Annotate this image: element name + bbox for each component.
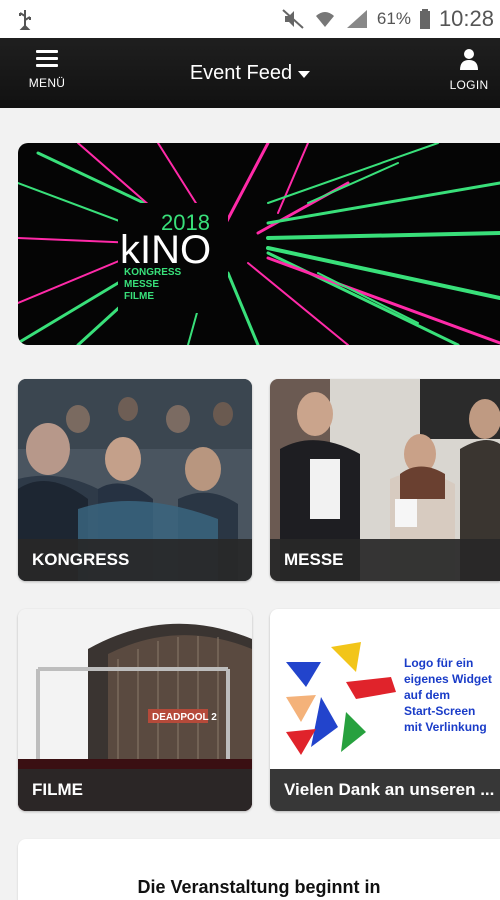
logo-placeholder-text: Logo für ein eigenes Widget auf dem Star…	[404, 656, 492, 734]
signal-icon	[346, 10, 367, 28]
tile-label: KONGRESS	[18, 539, 252, 581]
tile-sponsor[interactable]: Logo für ein eigenes Widget auf dem Star…	[270, 609, 500, 811]
battery-icon	[419, 9, 430, 29]
usb-icon	[19, 10, 31, 30]
countdown-card: Die Veranstaltung beginnt in	[18, 839, 500, 900]
battery-percent: 61%	[376, 9, 411, 28]
clock: 10:28	[438, 6, 494, 31]
login-button[interactable]: LOGIN	[444, 48, 494, 98]
caret-down-icon	[298, 70, 311, 78]
banner-tagline-1: KONGRESS	[124, 267, 182, 278]
countdown-title: Die Veranstaltung beginnt in	[137, 877, 381, 897]
banner-tagline-3: FILME	[124, 291, 154, 302]
login-label: LOGIN	[449, 78, 489, 92]
tile-kongress[interactable]: KONGRESS	[18, 379, 252, 581]
app-bar: MENÜ Event Feed LOGIN	[0, 38, 500, 108]
tile-messe[interactable]: MESSE	[270, 379, 500, 581]
wifi-icon	[315, 12, 334, 27]
mute-icon	[282, 9, 304, 29]
event-feed-dropdown[interactable]: Event Feed	[0, 38, 500, 108]
banner-brand: kINO	[120, 228, 211, 272]
tile-label: MESSE	[270, 539, 500, 581]
event-banner[interactable]: 2018 kINO KONGRESS MESSE FILME	[18, 143, 500, 345]
status-bar: 61% 10:28	[0, 0, 500, 38]
tangram-logo-icon	[286, 642, 396, 755]
banner-tagline-2: MESSE	[124, 279, 159, 290]
tile-label: Vielen Dank an unseren ...	[270, 769, 500, 811]
page-title: Event Feed	[189, 61, 293, 84]
tile-label: FILME	[18, 769, 252, 811]
user-icon	[460, 49, 478, 70]
tile-filme[interactable]: DEADPOOL 2 FILME	[18, 609, 252, 811]
starburst-graphic: 2018 kINO KONGRESS MESSE FILME	[18, 143, 500, 345]
svg-text:DEADPOOL 2: DEADPOOL 2	[152, 712, 217, 723]
